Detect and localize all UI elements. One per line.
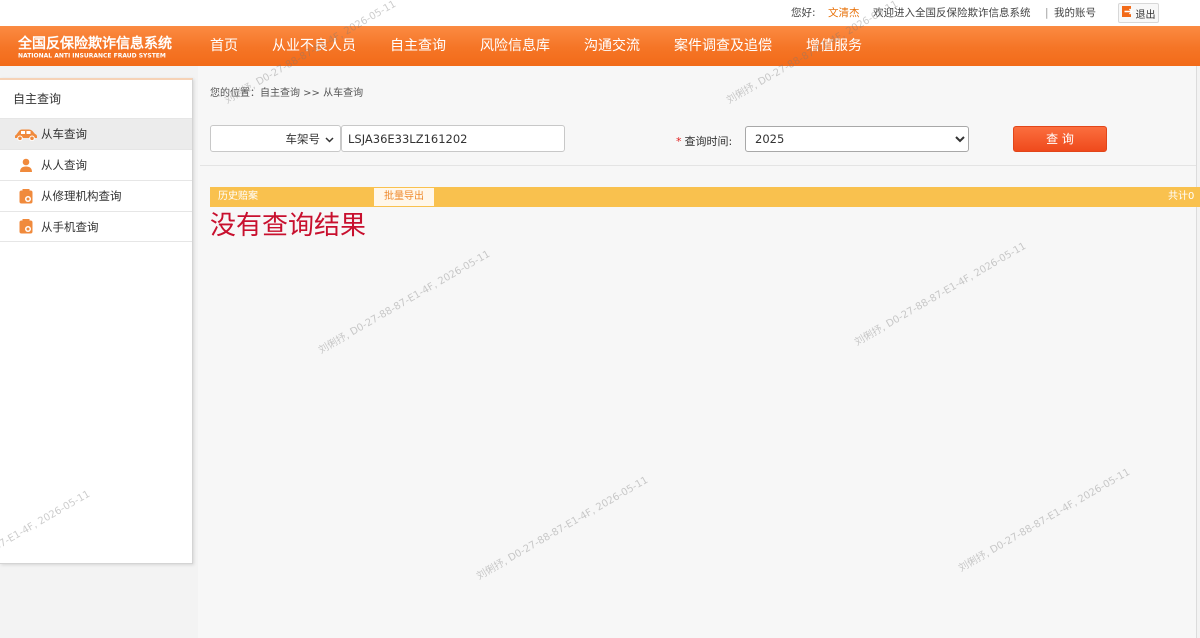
- document-icon: [13, 219, 39, 235]
- nav-item-case-investigation[interactable]: 案件调查及追偿: [674, 26, 772, 66]
- username-link[interactable]: 文清杰: [828, 7, 860, 20]
- sidebar-title: 自主查询: [13, 92, 62, 106]
- logout-icon: [1121, 6, 1134, 20]
- query-button[interactable]: 查 询: [1013, 126, 1107, 152]
- car-icon: [13, 126, 39, 142]
- vin-input[interactable]: [341, 125, 565, 152]
- query-time-label: * 查询时间:: [676, 133, 732, 149]
- results-total: 共计0: [1168, 191, 1195, 202]
- document-icon: [13, 188, 39, 204]
- sidebar-item-label: 从人查询: [41, 158, 87, 172]
- logout-label: 退出: [1135, 9, 1156, 21]
- sidebar-item-repair-shop-query[interactable]: 从修理机构查询: [0, 180, 192, 211]
- empty-result-message: 没有查询结果: [210, 211, 367, 241]
- sidebar-item-person-query[interactable]: 从人查询: [0, 149, 192, 180]
- field-type-value: 车架号: [285, 131, 321, 146]
- chevron-down-icon: [325, 132, 334, 146]
- sidebar: 自主查询 从车查询 从人查询 从修理机构查询 从手机查询: [0, 78, 193, 564]
- required-mark: *: [676, 135, 682, 148]
- logo-subtitle: NATIONAL ANTI INSURANCE FRAUD SYSTEM: [18, 52, 166, 59]
- nav-item-self-query[interactable]: 自主查询: [390, 26, 446, 66]
- top-bar: 您好: 文清杰 欢迎进入全国反保险欺诈信息系统 | 我的账号 退出: [0, 0, 1200, 26]
- nav-item-bad-practitioners[interactable]: 从业不良人员: [272, 26, 356, 66]
- query-time-select[interactable]: 2025: [745, 126, 969, 152]
- nav-item-communication[interactable]: 沟通交流: [584, 26, 640, 66]
- my-account-link[interactable]: 我的账号: [1054, 7, 1096, 20]
- logo-title: 全国反保险欺诈信息系统: [18, 36, 172, 52]
- nav-item-risk-database[interactable]: 风险信息库: [480, 26, 550, 66]
- sidebar-item-label: 从手机查询: [41, 219, 99, 234]
- nav-menu: 首页 从业不良人员 自主查询 风险信息库 沟通交流 案件调查及追偿 增值服务: [210, 26, 862, 66]
- query-time-text: 查询时间:: [684, 135, 733, 148]
- top-divider: |: [1045, 7, 1049, 19]
- sidebar-item-label: 从修理机构查询: [41, 189, 122, 203]
- sidebar-item-phone-query[interactable]: 从手机查询: [0, 211, 192, 242]
- main-nav: 全国反保险欺诈信息系统 NATIONAL ANTI INSURANCE FRAU…: [0, 26, 1200, 66]
- batch-export-button[interactable]: 批量导出: [374, 188, 434, 206]
- results-header-bar: 历史赔案 批量导出 共计0: [210, 187, 1200, 207]
- divider: [200, 165, 1196, 166]
- greeting-text: 您好:: [791, 7, 816, 19]
- nav-item-value-added[interactable]: 增值服务: [806, 26, 862, 66]
- results-title: 历史赔案: [218, 191, 258, 202]
- logout-button[interactable]: 退出: [1118, 3, 1159, 23]
- person-icon: [13, 157, 39, 173]
- breadcrumb: 您的位置：自主查询 >> 从车查询: [210, 88, 364, 99]
- nav-item-home[interactable]: 首页: [210, 26, 238, 66]
- sidebar-item-label: 从车查询: [41, 127, 87, 141]
- field-type-select[interactable]: 车架号: [210, 125, 341, 152]
- welcome-text: 欢迎进入全国反保险欺诈信息系统: [873, 7, 1031, 19]
- sidebar-item-vehicle-query[interactable]: 从车查询: [0, 118, 192, 149]
